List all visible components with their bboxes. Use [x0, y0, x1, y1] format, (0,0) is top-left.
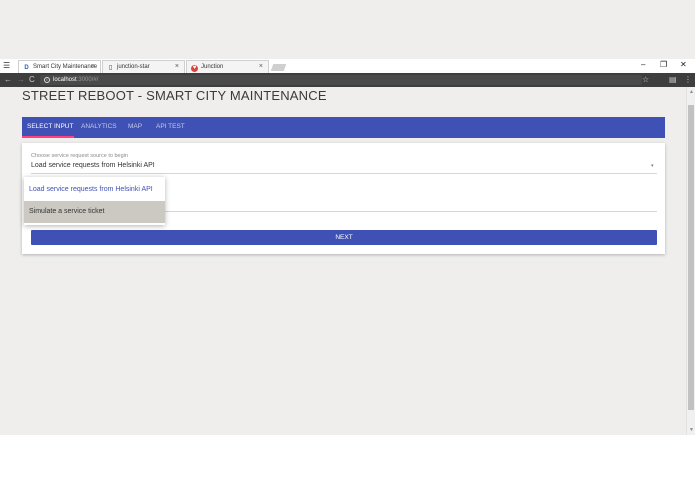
junction-favicon-icon: ♥ — [191, 65, 198, 72]
source-select[interactable]: Load service requests from Helsinki API — [31, 162, 155, 169]
tab-junction-star[interactable]: ▯ junction-star × — [102, 60, 185, 73]
hamburger-icon[interactable]: ☰ — [3, 61, 11, 70]
option-helsinki-api[interactable]: Load service requests from Helsinki API — [24, 179, 165, 201]
url-host: localhost — [53, 77, 77, 83]
info-icon[interactable]: i — [44, 77, 50, 83]
option-simulate-ticket[interactable]: Simulate a service ticket — [24, 201, 165, 223]
select-underline — [31, 173, 657, 174]
maximize-icon[interactable]: ❐ — [660, 60, 667, 70]
tab-smart-city[interactable]: D Smart City Maintenance × — [18, 60, 101, 73]
tab-title: Smart City Maintenance — [33, 64, 98, 70]
document-icon: ▯ — [108, 65, 113, 71]
address-bar[interactable]: i localhost:3000/#/ — [40, 75, 642, 85]
favicon-d-icon: D — [24, 65, 29, 71]
new-tab-button[interactable] — [270, 64, 287, 71]
browser-menu-icon[interactable]: ⋮ — [684, 74, 692, 86]
tab-api-test[interactable]: API TEST — [156, 117, 185, 138]
back-arrow-icon[interactable]: ← — [4, 74, 12, 86]
browser-window: ☰ D Smart City Maintenance × ▯ junction-st… — [0, 0, 695, 435]
next-button[interactable]: NEXT — [31, 230, 657, 245]
scroll-down-icon[interactable]: ▼ — [688, 427, 695, 433]
url-path: :3000/#/ — [76, 77, 99, 83]
extension-icon[interactable]: ▤ — [669, 74, 677, 86]
close-window-icon[interactable]: ✕ — [680, 60, 687, 70]
close-tab-icon[interactable]: × — [259, 61, 263, 73]
tab-analytics[interactable]: ANALYTICS — [81, 117, 117, 138]
active-tab-indicator — [22, 136, 74, 138]
page-title: STREET REBOOT - SMART CITY MAINTENANCE — [22, 88, 327, 103]
scroll-up-icon[interactable]: ▲ — [688, 89, 695, 95]
app-nav-bar: SELECT INPUT ANALYTICS MAP API TEST — [22, 117, 665, 138]
tab-map[interactable]: MAP — [128, 117, 142, 138]
minimize-icon[interactable]: – — [641, 60, 645, 70]
tab-junction[interactable]: ♥ Junction × — [186, 60, 269, 73]
close-tab-icon[interactable]: × — [91, 61, 95, 73]
vertical-scrollbar[interactable]: ▲ ▼ — [686, 87, 695, 435]
reload-icon[interactable]: C — [29, 74, 35, 86]
scroll-thumb[interactable] — [688, 105, 694, 410]
tab-title: Junction — [201, 64, 224, 70]
bookmark-star-icon[interactable]: ☆ — [642, 74, 649, 86]
close-tab-icon[interactable]: × — [175, 61, 179, 73]
select-label: Choose service request source to begin — [31, 153, 128, 159]
dropdown-arrow-icon[interactable]: ▾ — [651, 163, 654, 169]
tab-select-input[interactable]: SELECT INPUT — [27, 117, 73, 138]
source-dropdown-menu: Load service requests from Helsinki API … — [24, 177, 165, 225]
tab-title: junction-star — [117, 64, 150, 70]
forward-arrow-icon[interactable]: → — [17, 74, 25, 86]
